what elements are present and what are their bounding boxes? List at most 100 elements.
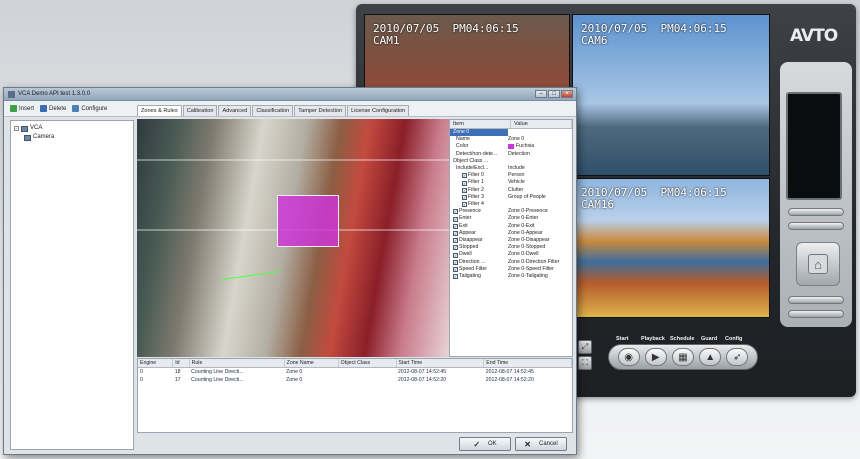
dpad[interactable]: ⌂: [796, 242, 840, 286]
property-row[interactable]: ✓ Filter 1 Vehicle: [450, 179, 572, 186]
property-row[interactable]: ✓ Appear Zone 0-Appear: [450, 230, 572, 237]
checkbox[interactable]: ✓: [453, 209, 458, 215]
control-pill-button[interactable]: [788, 208, 844, 216]
property-value[interactable]: [508, 129, 572, 136]
checkbox[interactable]: ✓: [453, 259, 458, 265]
property-value[interactable]: Person: [508, 172, 572, 179]
title-bar[interactable]: VCA Demo API test 1.3.0.0 – □ ×: [4, 88, 576, 101]
checkbox[interactable]: ✓: [462, 194, 467, 200]
checkbox[interactable]: ✓: [453, 216, 458, 222]
property-row[interactable]: ✓ Filter 4: [450, 201, 572, 208]
property-row[interactable]: Include/Excl... Include: [450, 165, 572, 172]
property-row[interactable]: ✓ Presence Zone 0-Presence: [450, 208, 572, 215]
configure-button[interactable]: Configure: [72, 105, 107, 112]
property-value[interactable]: Group of People: [508, 194, 572, 201]
control-pill-button[interactable]: [788, 296, 844, 304]
checkbox[interactable]: ✓: [453, 266, 458, 272]
property-value[interactable]: Zone 0-Presence: [508, 208, 572, 215]
playback-button[interactable]: ▶: [644, 348, 667, 366]
property-row[interactable]: ✓ Dwell Zone 0-Dwell: [450, 251, 572, 258]
property-row[interactable]: ✓ Filter 2 Clutter: [450, 187, 572, 194]
counting-line[interactable]: [221, 270, 281, 281]
checkbox[interactable]: ✓: [462, 202, 467, 208]
property-value[interactable]: Detection: [508, 151, 572, 158]
checkbox[interactable]: ✓: [453, 230, 458, 236]
control-pill-button[interactable]: [788, 310, 844, 318]
property-row[interactable]: ✓ Filter 3 Group of People: [450, 194, 572, 201]
layout-button[interactable]: ⤢: [578, 340, 592, 354]
property-row[interactable]: Zone 0: [450, 129, 572, 137]
checkbox[interactable]: ✓: [462, 187, 467, 193]
column-header[interactable]: Engine: [138, 359, 174, 368]
property-row[interactable]: Color Fuchsia: [450, 143, 572, 150]
property-value[interactable]: Zone 0-Disappear: [508, 237, 572, 244]
guard-button[interactable]: ▲: [699, 348, 722, 366]
tab-license-configuration[interactable]: License Configuration: [347, 105, 410, 116]
checkbox[interactable]: ✓: [453, 238, 458, 244]
video-preview[interactable]: [137, 119, 449, 357]
tab-classification[interactable]: Classification: [252, 105, 294, 116]
property-value[interactable]: Zone 0-Enter: [508, 215, 572, 222]
property-value[interactable]: Zone 0: [508, 136, 572, 143]
tab-tamper-detection[interactable]: Tamper Detection: [294, 105, 347, 116]
column-header[interactable]: Id: [172, 359, 190, 368]
checkbox[interactable]: ✓: [453, 245, 458, 251]
property-value[interactable]: [508, 158, 572, 165]
property-value[interactable]: [508, 201, 572, 208]
checkbox[interactable]: ✓: [453, 252, 458, 258]
property-value[interactable]: Include: [508, 165, 572, 172]
config-button[interactable]: ➶: [726, 348, 749, 366]
checkbox[interactable]: ✓: [462, 173, 467, 179]
fullscreen-button[interactable]: ⛶: [578, 356, 592, 370]
schedule-button[interactable]: ▦: [671, 348, 694, 366]
control-pill-button[interactable]: [788, 222, 844, 230]
tab-calibration[interactable]: Calibration: [182, 105, 218, 116]
tab-advanced[interactable]: Advanced: [218, 105, 252, 116]
property-value[interactable]: Zone 0-Direction Filter: [508, 259, 572, 266]
checkbox[interactable]: ✓: [453, 223, 458, 229]
property-value[interactable]: Vehicle: [508, 179, 572, 186]
cancel-button[interactable]: ✕ Cancel: [515, 437, 567, 451]
column-header[interactable]: Rule: [189, 359, 285, 368]
checkbox[interactable]: ✓: [462, 180, 467, 186]
property-row[interactable]: ✓ Filter 0 Person: [450, 172, 572, 179]
property-row[interactable]: ✓ Speed Filter Zone 0-Speed Filter: [450, 266, 572, 273]
home-icon[interactable]: ⌂: [808, 254, 828, 274]
camera-view-16[interactable]: 2010/07/05 PM04:06:15 CAM16: [572, 178, 770, 318]
camera-view-6[interactable]: 2010/07/05 PM04:06:15 CAM6: [572, 14, 770, 176]
property-value[interactable]: Fuchsia: [508, 143, 572, 150]
property-row[interactable]: ✓ Enter Zone 0-Enter: [450, 215, 572, 222]
insert-button[interactable]: Insert: [10, 105, 34, 112]
property-row[interactable]: ✓ Stopped Zone 0-Stopped: [450, 244, 572, 251]
property-value[interactable]: Zone 0-Dwell: [508, 251, 572, 258]
checkbox[interactable]: ✓: [453, 274, 458, 280]
property-value[interactable]: Zone 0-Stopped: [508, 244, 572, 251]
property-row[interactable]: ✓ Exit Zone 0-Exit: [450, 223, 572, 230]
property-row[interactable]: Name Zone 0: [450, 136, 572, 143]
property-value[interactable]: Zone 0-Appear: [508, 230, 572, 237]
close-button[interactable]: ×: [561, 90, 573, 98]
property-row[interactable]: Detect/non-dete... Detection: [450, 151, 572, 158]
table-row[interactable]: 0 18 Counting Line Directi... Zone 0 2012-08…: [138, 368, 572, 377]
property-value[interactable]: Zone 0-Exit: [508, 223, 572, 230]
tree-node-camera[interactable]: Camera: [14, 133, 130, 142]
property-row[interactable]: ✓ Direction ... Zone 0-Direction Filter: [450, 259, 572, 266]
column-header[interactable]: End Time: [483, 359, 572, 368]
column-header[interactable]: Zone Name: [284, 359, 339, 368]
column-header[interactable]: Start Time: [396, 359, 485, 368]
collapse-icon[interactable]: −: [14, 126, 19, 131]
property-value[interactable]: Clutter: [508, 187, 572, 194]
maximize-button[interactable]: □: [548, 90, 560, 98]
property-row[interactable]: Object Class ...: [450, 158, 572, 165]
zone-0-overlay[interactable]: [277, 195, 339, 247]
start-button[interactable]: ◉: [617, 348, 640, 366]
property-value[interactable]: Zone 0-Speed Filter: [508, 266, 572, 273]
table-row[interactable]: 0 17 Counting Line Directi... Zone 0 2012-08…: [138, 376, 572, 384]
tab-zones-rules[interactable]: Zones & Rules: [137, 105, 182, 116]
ok-button[interactable]: ✓ OK: [459, 437, 511, 451]
property-row[interactable]: ✓ Disappear Zone 0-Disappear: [450, 237, 572, 244]
property-row[interactable]: ✓ Tailgating Zone 0-Tailgating: [450, 273, 572, 280]
column-header[interactable]: Object Class: [338, 359, 397, 368]
property-value[interactable]: Zone 0-Tailgating: [508, 273, 572, 280]
minimize-button[interactable]: –: [535, 90, 547, 98]
